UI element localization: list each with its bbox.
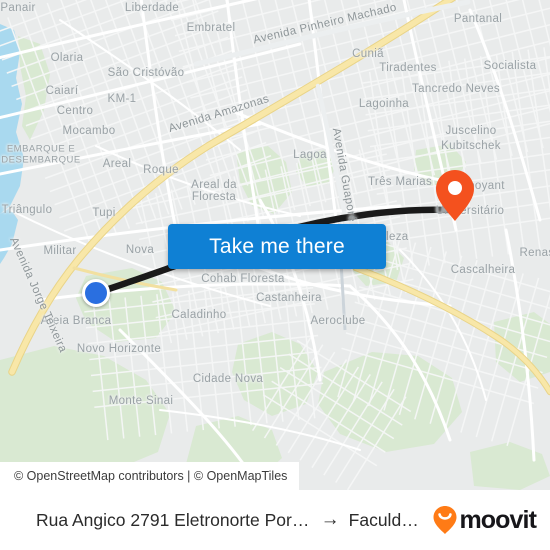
attribution-text: © OpenStreetMap contributors | © OpenMap… — [14, 469, 288, 483]
route-destination-label: Faculdad… — [348, 509, 427, 530]
route-origin-label: Rua Angico 2791 Eletronorte Porto Vel… — [36, 509, 312, 530]
map-pin-icon — [436, 170, 474, 221]
moovit-pin-icon — [433, 506, 457, 534]
route-summary: Rua Angico 2791 Eletronorte Porto Vel… →… — [36, 509, 426, 531]
footer-bar: Rua Angico 2791 Eletronorte Porto Vel… →… — [0, 490, 550, 550]
take-me-there-label: Take me there — [209, 234, 345, 258]
arrow-right-icon: → — [320, 509, 340, 530]
map-attribution[interactable]: © OpenStreetMap contributors | © OpenMap… — [0, 462, 300, 490]
origin-marker[interactable] — [82, 279, 110, 307]
moovit-logo[interactable]: moovit — [432, 505, 537, 535]
destination-marker[interactable] — [433, 168, 477, 224]
moovit-map-screen: Panair Liberdade Embratel Pantanal Cuniã Tira… — [0, 0, 550, 550]
moovit-wordmark: moovit — [459, 505, 536, 534]
map-canvas[interactable]: Panair Liberdade Embratel Pantanal Cuniã Tira… — [0, 0, 550, 490]
take-me-there-button[interactable]: Take me there — [168, 224, 386, 269]
